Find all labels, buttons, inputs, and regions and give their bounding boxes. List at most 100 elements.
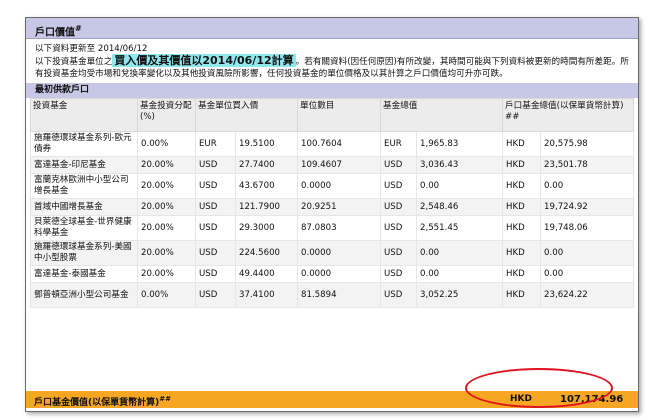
total-label-mark: ## [159, 395, 171, 403]
account-value: 19,724.92 [540, 198, 635, 216]
bid-currency: USD [195, 265, 236, 283]
bid-price: 29.3000 [234, 215, 299, 241]
bid-price: 37.4100 [234, 282, 299, 308]
fund-name: 施羅德環球基金系列-歐元債券 [30, 131, 138, 157]
bid-price: 224.5600 [234, 240, 299, 266]
account-currency: HKD [502, 282, 542, 308]
fund-table: 投資基金 基金投資分配 (%) 基金單位買入價 單位數目 基金總值 戶口基金總值… [30, 98, 635, 308]
account-currency: HKD [502, 131, 542, 157]
allocation: 0.00% [137, 131, 196, 157]
fund-value: 3,052.25 [416, 282, 504, 308]
allocation: 20.00% [137, 198, 196, 216]
table-row: 鄧普頓亞洲小型公司基金 0.00% USD 37.4100 81.5894 USD 3,05… [30, 282, 635, 308]
col-fund: 投資基金 [30, 98, 138, 132]
table-row: 施羅德環球基金系列-歐元債券 0.00% EUR 19.5100 100.7604 EUR… [30, 131, 635, 157]
allocation: 20.00% [137, 215, 196, 241]
table-header-row: 投資基金 基金投資分配 (%) 基金單位買入價 單位數目 基金總值 戶口基金總值… [30, 98, 635, 132]
value-currency: USD [380, 156, 418, 174]
fund-name: 富達基金-印尼基金 [30, 156, 138, 174]
fund-value: 3,036.43 [416, 156, 504, 174]
fund-name: 富蘭克林歐洲中小型公司增長基金 [30, 173, 138, 199]
units: 0.0000 [297, 240, 382, 266]
fund-name: 鄧普頓亞洲小型公司基金 [30, 282, 138, 308]
table-row: 富達基金-印尼基金 20.00% USD 27.7400 109.4607 USD 3,03… [30, 156, 635, 174]
col-account-value: 戶口基金總值(以保單貨幣計算) ## [502, 98, 635, 132]
total-label-text: 戶口基金價值(以保單貨幣計算) [34, 398, 160, 408]
highlight-circle [465, 368, 613, 408]
account-value: 0.00 [540, 265, 635, 283]
section-title: 最初供款戶口 [26, 83, 638, 98]
value-currency: USD [380, 265, 418, 283]
fund-name: 施羅德環球基金系列-美國中小型股票 [30, 240, 138, 266]
account-currency: HKD [502, 215, 542, 241]
account-currency: HKD [502, 156, 542, 174]
account-currency: HKD [502, 173, 542, 199]
table-row: 富蘭克林歐洲中小型公司增長基金 20.00% USD 43.6700 0.0000 USD… [30, 173, 635, 199]
units: 0.0000 [297, 173, 382, 199]
allocation: 20.00% [137, 173, 196, 199]
valuation-note: 以下投資基金單位之 買入價及其價值以2014/06/12計算 。若有關資料(因任何原… [35, 54, 629, 80]
bid-currency: EUR [195, 131, 236, 157]
account-currency: HKD [502, 198, 542, 216]
bid-price: 121.7900 [234, 198, 299, 216]
bid-currency: USD [195, 282, 236, 308]
fund-value: 2,551.45 [416, 215, 504, 241]
units: 20.9251 [297, 198, 382, 216]
table-row: 富達基金-泰國基金 20.00% USD 49.4400 0.0000 USD 0.00 HK… [30, 265, 635, 283]
bid-price: 49.4400 [234, 265, 299, 283]
units: 109.4607 [297, 156, 382, 174]
bid-currency: USD [195, 198, 236, 216]
col-fund-value: 基金總值 [380, 98, 504, 132]
bid-currency: USD [195, 156, 236, 174]
bid-currency: USD [195, 215, 236, 241]
value-currency: EUR [380, 131, 418, 157]
account-value: 23,624.22 [540, 282, 635, 308]
fund-value: 0.00 [416, 240, 504, 266]
bid-price: 43.6700 [234, 173, 299, 199]
table-row: 貝萊德全球基金-世界健康科學基金 20.00% USD 29.3000 87.0803 U… [30, 215, 635, 241]
account-currency: HKD [502, 265, 542, 283]
table-row: 施羅德環球基金系列-美國中小型股票 20.00% USD 224.5600 0.0000… [30, 240, 635, 266]
total-label: 戶口基金價值(以保單貨幣計算)## [34, 391, 171, 411]
units: 87.0803 [297, 215, 382, 241]
col-bid-price: 基金單位買入價 [194, 98, 299, 132]
account-value: 19,748.06 [540, 215, 635, 241]
units: 0.0000 [297, 265, 382, 283]
allocation: 20.00% [137, 265, 196, 283]
bid-currency: USD [195, 240, 236, 266]
col-units: 單位數目 [297, 98, 382, 132]
account-value: 20,575.98 [540, 131, 635, 157]
value-currency: USD [380, 282, 418, 308]
account-value-panel: 戶口價值# 以下資料更新至 2014/06/12 以下投資基金單位之 買入價及其價… [25, 17, 639, 412]
units: 100.7604 [297, 131, 382, 157]
allocation: 20.00% [137, 156, 196, 174]
fund-value: 0.00 [416, 265, 504, 283]
account-value: 0.00 [540, 240, 635, 266]
fund-value: 0.00 [416, 173, 504, 199]
panel-title: 戶口價值 [35, 27, 75, 39]
value-currency: USD [380, 215, 418, 241]
fund-name: 富達基金-泰國基金 [30, 265, 138, 283]
table-row: 首域中國增長基金 20.00% USD 121.7900 20.9251 USD 2,548… [30, 198, 635, 216]
value-currency: USD [380, 198, 418, 216]
account-value: 0.00 [540, 173, 635, 199]
account-currency: HKD [502, 240, 542, 266]
allocation: 20.00% [137, 240, 196, 266]
allocation: 0.00% [137, 282, 196, 308]
value-currency: USD [380, 240, 418, 266]
bid-price: 19.5100 [234, 131, 299, 157]
account-value: 23,501.78 [540, 156, 635, 174]
bid-currency: USD [195, 173, 236, 199]
note-highlight: 買入價及其價值以2014/06/12計算 [112, 54, 296, 67]
value-currency: USD [380, 173, 418, 199]
panel-header: 戶口價值# [26, 18, 638, 39]
col-allocation: 基金投資分配 (%) [137, 98, 196, 132]
bid-price: 27.7400 [234, 156, 299, 174]
info-text: 以下資料更新至 2014/06/12 以下投資基金單位之 買入價及其價值以2014… [26, 39, 638, 80]
note-prefix: 以下投資基金單位之 [35, 57, 113, 67]
panel-title-mark: # [75, 24, 82, 33]
fund-value: 2,548.46 [416, 198, 504, 216]
fund-value: 1,965.83 [416, 131, 504, 157]
units: 81.5894 [297, 282, 382, 308]
fund-name: 首域中國增長基金 [30, 198, 138, 216]
